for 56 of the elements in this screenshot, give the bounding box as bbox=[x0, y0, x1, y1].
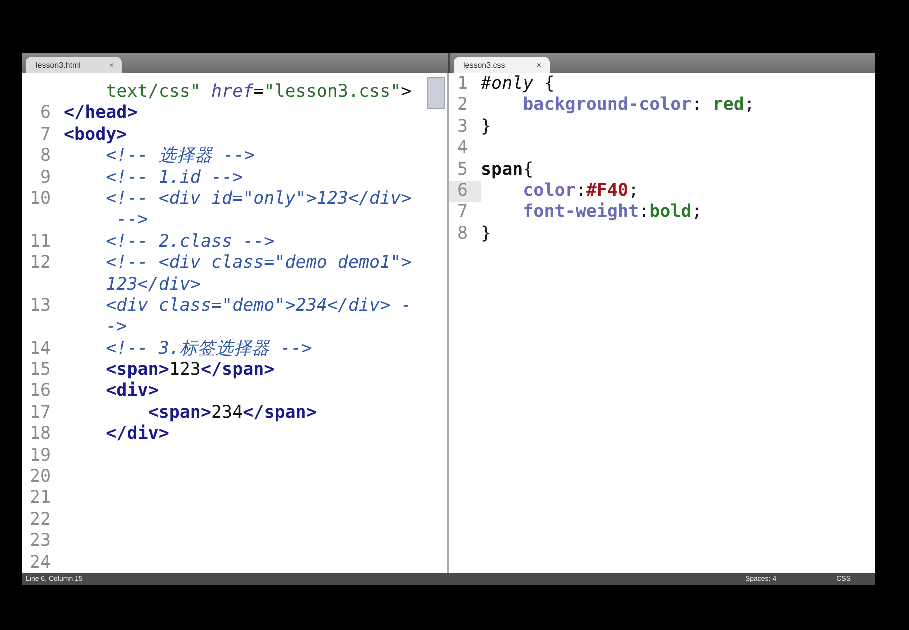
line-number: 6 bbox=[40, 103, 51, 125]
code-line: <!-- 2.class --> bbox=[105, 232, 275, 254]
line-number: 3 bbox=[457, 116, 468, 138]
line-number: 18 bbox=[30, 424, 51, 446]
code-line: span{ bbox=[481, 160, 534, 181]
line-number: 2 bbox=[457, 95, 468, 117]
code-line: <!-- 3.标签选择器 --> bbox=[105, 338, 312, 360]
close-tab-button[interactable]: × bbox=[536, 60, 542, 70]
code-line: <span>123</span> bbox=[105, 360, 275, 382]
line-number: 14 bbox=[30, 338, 51, 360]
line-number: 1 bbox=[457, 74, 468, 96]
line-number: 5 bbox=[457, 160, 468, 181]
line-number: 16 bbox=[30, 381, 51, 403]
code-line: <span>234</span> bbox=[147, 402, 317, 424]
code-line: background-color: red; bbox=[522, 95, 755, 117]
line-number: 8 bbox=[457, 224, 468, 246]
code-line: -> bbox=[105, 317, 128, 339]
code-line: <body> bbox=[64, 124, 128, 146]
code-line: color:#F40; bbox=[522, 180, 640, 202]
line-number: 13 bbox=[30, 296, 51, 318]
code-line: <!-- <div id="only">123</div> bbox=[105, 188, 412, 210]
file-tab[interactable]: lesson3.html × bbox=[26, 57, 122, 73]
line-number: 20 bbox=[30, 467, 51, 488]
code-line: <!-- 选择器 --> bbox=[105, 146, 255, 168]
line-number: 4 bbox=[457, 138, 468, 160]
minimap-drawing[interactable] bbox=[427, 77, 445, 109]
code-line: --> bbox=[116, 210, 148, 232]
line-number: 24 bbox=[30, 552, 51, 573]
close-tab-button[interactable]: × bbox=[109, 60, 114, 70]
line-number: 11 bbox=[30, 232, 51, 254]
line-number: 8 bbox=[40, 146, 51, 168]
code-line: font-weight:bold; bbox=[522, 202, 702, 224]
code-line: <div class="demo">234</div> - bbox=[105, 296, 412, 318]
code-line: <!-- <div class="demo demo1"> bbox=[105, 253, 412, 275]
line-number: 23 bbox=[30, 531, 51, 553]
line-number: 15 bbox=[30, 360, 51, 382]
code-line: } bbox=[481, 224, 492, 246]
line-number: 7 bbox=[40, 124, 51, 146]
code-line: <div> bbox=[105, 381, 159, 403]
file-tab[interactable]: lesson3.css × bbox=[454, 57, 550, 73]
code-line: 123</div> bbox=[105, 274, 201, 296]
line-number: 21 bbox=[30, 488, 51, 510]
line-number: 19 bbox=[30, 446, 51, 468]
code-line: </head> bbox=[64, 103, 138, 125]
line-number: 6 bbox=[457, 180, 468, 202]
code-line: </div> bbox=[105, 424, 170, 446]
line-number: 12 bbox=[30, 253, 51, 275]
code-line: } bbox=[481, 116, 492, 138]
line-number: 22 bbox=[30, 510, 51, 532]
line-number: 10 bbox=[30, 188, 51, 210]
line-number: 9 bbox=[40, 168, 51, 189]
line-number: 17 bbox=[30, 402, 51, 424]
line-number: 7 bbox=[457, 202, 468, 224]
code-line: text/css" href="lesson3.css"> bbox=[105, 82, 412, 104]
code-line: <!-- 1.id --> bbox=[105, 168, 244, 189]
code-line: #only { bbox=[481, 74, 555, 96]
